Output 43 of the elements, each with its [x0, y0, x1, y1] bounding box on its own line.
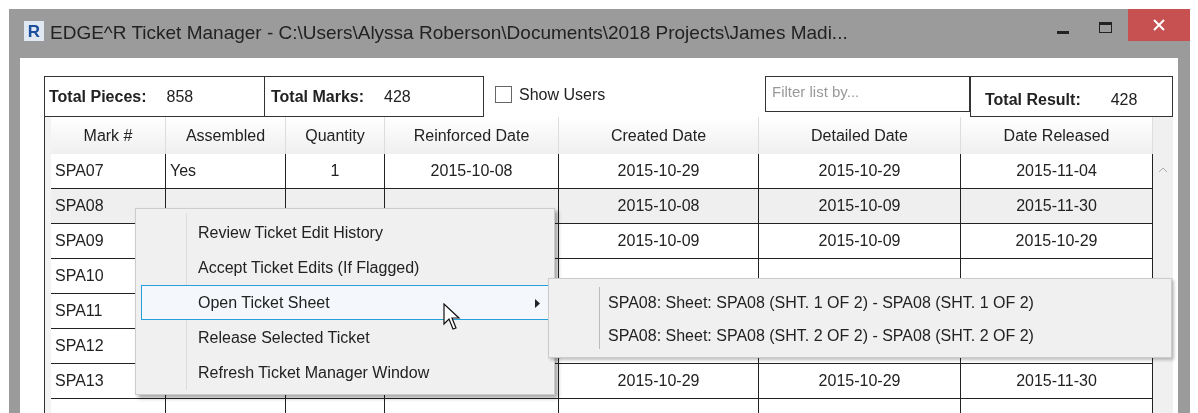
total-marks-label: Total Marks: [271, 86, 365, 107]
show-users-checkbox[interactable] [495, 86, 512, 103]
scroll-up-icon[interactable] [1158, 167, 1168, 173]
table-cell-text: 2015-10-29 [617, 161, 700, 181]
table-cell-text: SPA10 [55, 266, 104, 286]
show-users-label: Show Users [519, 86, 606, 104]
table-cell-text: 2015-10-29 [1015, 231, 1098, 251]
table-cell-text: 1 [330, 161, 340, 181]
menu-item[interactable]: Open Ticket Sheet [141, 285, 549, 320]
total-marks-value: 428 [384, 86, 411, 107]
filter-field[interactable]: Filter list by... [765, 76, 970, 112]
table-cell-text: 2015-10-29 [818, 371, 901, 391]
table-cell-text: 2015-10-09 [818, 196, 901, 216]
table-cell-text: 2015-10-29 [818, 161, 901, 181]
submenu-item[interactable]: SPA08: Sheet: SPA08 (SHT. 1 OF 2) - SPA08 (SHT. 1 OF 2) [552, 286, 1168, 319]
table-cell-text: SPA08 [55, 196, 104, 216]
submenu-item[interactable]: SPA08: Sheet: SPA08 (SHT. 2 OF 2) - SPA08 (SHT. 2 OF 2) [552, 319, 1168, 352]
close-button[interactable] [1128, 9, 1190, 41]
app-icon: R [24, 21, 44, 41]
menu-item[interactable]: Release Selected Ticket [141, 320, 549, 355]
table-cell-text: 2015-10-29 [617, 371, 700, 391]
window-title: EDGE^R Ticket Manager - C:\Users\Alyssa Roberson\Documents\2018 Projects\James Madi... [50, 21, 848, 45]
table-cell-text: 2015-10-08 [617, 196, 700, 216]
total-pieces-label: Total Pieces: [49, 86, 147, 107]
total-pieces-value: 858 [166, 86, 194, 107]
table-cell-text: Yes [170, 161, 197, 181]
table-cell-text: 2015-10-09 [617, 231, 700, 251]
table-cell-text: SPA12 [55, 336, 104, 356]
table-cell-text: SPA13 [55, 371, 104, 391]
table-cell-text: 2015-11-04 [1016, 161, 1097, 181]
table-cell-text: 2015-10-08 [430, 161, 513, 181]
total-result-value: 428 [1110, 89, 1138, 110]
table-cell-text: 2015-11-30 [1016, 371, 1097, 391]
mouse-cursor-icon [443, 303, 463, 331]
close-icon [1153, 19, 1165, 31]
table-cell-text: SPA11 [55, 301, 103, 321]
table-cell-text: 2015-11-30 [1016, 196, 1097, 216]
table-cell-text: SPA09 [55, 231, 104, 251]
table-cell-text: 2015-10-09 [818, 231, 901, 251]
table-row[interactable]: SPA07 Yes 1 2015-10-08 2015-10-29 2015-10-29 2015-11-04 [51, 154, 1153, 189]
total-result-label: Total Result: [985, 89, 1081, 110]
maximize-icon[interactable] [1099, 22, 1112, 33]
table-cell-text: SPA07 [55, 161, 104, 181]
